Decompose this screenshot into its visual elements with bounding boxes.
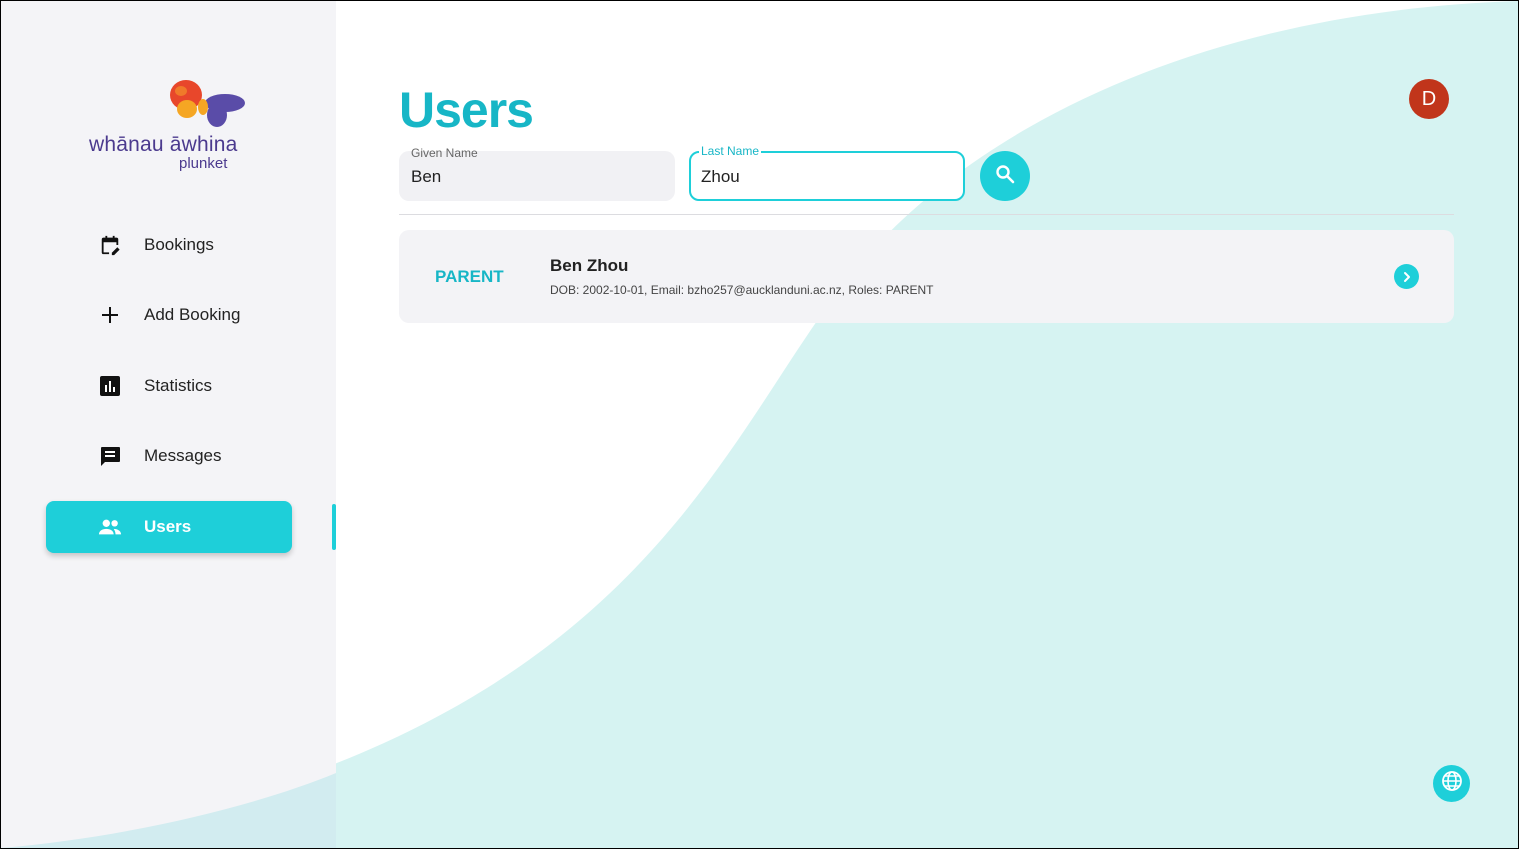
people-icon bbox=[98, 515, 122, 539]
given-name-field[interactable]: Given Name bbox=[399, 146, 675, 201]
butterfly-logo-icon bbox=[170, 80, 245, 127]
sidebar-item-messages[interactable]: Messages bbox=[46, 430, 292, 482]
last-name-field[interactable]: Last Name bbox=[689, 144, 965, 201]
chevron-right-icon[interactable] bbox=[1394, 264, 1419, 289]
page-title: Users bbox=[399, 82, 534, 138]
sidebar-item-label: Users bbox=[144, 517, 192, 536]
user-role-label: PARENT bbox=[435, 267, 504, 286]
sidebar-item-label: Messages bbox=[144, 446, 222, 465]
user-result-row[interactable]: PARENT Ben Zhou DOB: 2002-10-01, Email: … bbox=[399, 230, 1454, 323]
globe-icon bbox=[1441, 770, 1463, 797]
sidebar-item-users[interactable]: Users bbox=[46, 501, 292, 553]
app-window: whānau āwhina plunket Bookings Add Booki… bbox=[0, 0, 1519, 849]
given-name-input[interactable] bbox=[411, 167, 661, 187]
sidebar-item-statistics[interactable]: Statistics bbox=[46, 360, 292, 412]
active-nav-indicator bbox=[332, 504, 336, 550]
sidebar-item-label: Add Booking bbox=[144, 305, 241, 324]
search-icon bbox=[995, 164, 1015, 189]
language-button[interactable] bbox=[1433, 765, 1470, 802]
last-name-input[interactable] bbox=[701, 167, 951, 187]
given-name-label: Given Name bbox=[411, 146, 478, 160]
sidebar-item-bookings[interactable]: Bookings bbox=[46, 219, 292, 271]
calendar-edit-icon bbox=[98, 233, 122, 257]
last-name-label: Last Name bbox=[699, 144, 762, 158]
message-icon bbox=[98, 444, 122, 468]
plus-icon bbox=[98, 303, 122, 327]
sidebar: whānau āwhina plunket Bookings Add Booki… bbox=[1, 1, 336, 848]
sidebar-wave bbox=[1, 773, 336, 848]
brand-name: whānau āwhina bbox=[89, 133, 238, 156]
brand-subname: plunket bbox=[179, 155, 228, 172]
brand-logo[interactable]: whānau āwhina plunket bbox=[89, 77, 269, 177]
avatar[interactable]: D bbox=[1409, 79, 1449, 119]
sidebar-item-add-booking[interactable]: Add Booking bbox=[46, 289, 292, 341]
bar-chart-icon bbox=[98, 374, 122, 398]
sidebar-item-label: Statistics bbox=[144, 376, 213, 395]
divider bbox=[399, 214, 1454, 215]
search-button[interactable] bbox=[980, 151, 1030, 201]
user-details: DOB: 2002-10-01, Email: bzho257@auckland… bbox=[550, 283, 934, 297]
user-name: Ben Zhou bbox=[550, 256, 629, 275]
avatar-initial: D bbox=[1421, 87, 1437, 110]
sidebar-item-label: Bookings bbox=[144, 235, 214, 254]
